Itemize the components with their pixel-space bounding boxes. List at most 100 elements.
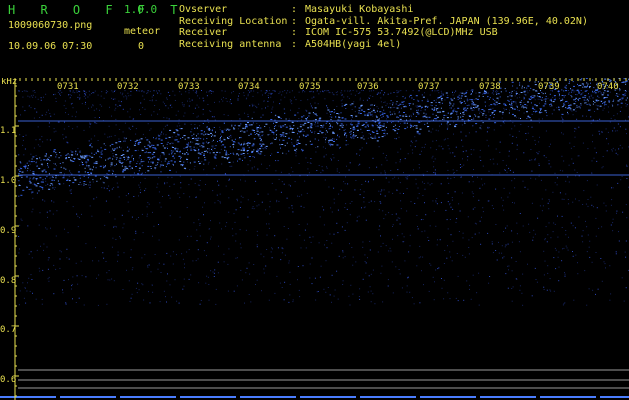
signal-pixel <box>428 116 431 118</box>
signal-pixel <box>42 179 44 181</box>
noise-pixel <box>295 151 297 153</box>
noise-pixel <box>518 93 520 95</box>
noise-pixel <box>109 136 110 138</box>
signal-pixel <box>535 111 537 113</box>
signal-pixel <box>158 138 161 140</box>
noise-pixel <box>164 183 166 185</box>
noise-pixel <box>590 95 592 97</box>
signal-pixel <box>576 106 578 108</box>
noise-pixel <box>435 99 437 101</box>
noise-pixel <box>43 96 44 98</box>
noise-pixel <box>324 98 326 100</box>
noise-pixel <box>461 124 463 126</box>
noise-pixel <box>412 152 414 154</box>
noise-pixel <box>618 93 620 95</box>
signal-pixel <box>212 152 215 154</box>
signal-pixel <box>180 128 183 130</box>
signal-pixel <box>356 125 358 127</box>
noise-pixel <box>323 288 325 290</box>
noise-pixel <box>488 127 490 129</box>
signal-pixel <box>466 92 468 93</box>
signal-pixel <box>251 117 253 119</box>
noise-pixel <box>281 181 283 183</box>
noise-pixel <box>41 165 43 167</box>
signal-pixel <box>575 98 577 99</box>
noise-pixel <box>112 91 114 93</box>
noise-pixel <box>424 188 426 190</box>
noise-pixel <box>413 303 415 305</box>
noise-pixel <box>323 136 325 138</box>
noise-pixel <box>587 234 589 236</box>
noise-pixel <box>601 131 603 133</box>
signal-pixel <box>162 164 164 166</box>
noise-pixel <box>349 162 351 164</box>
signal-pixel <box>154 148 157 150</box>
noise-pixel <box>363 197 365 199</box>
noise-pixel <box>59 267 61 269</box>
noise-pixel <box>435 200 437 202</box>
noise-pixel <box>556 107 558 109</box>
noise-pixel <box>63 183 65 185</box>
signal-pixel <box>312 112 314 113</box>
noise-pixel <box>462 254 464 256</box>
noise-pixel <box>494 104 495 106</box>
noise-pixel <box>618 231 619 233</box>
noise-pixel <box>235 257 237 259</box>
noise-pixel <box>412 90 414 92</box>
noise-pixel <box>452 208 454 210</box>
noise-pixel <box>269 206 271 208</box>
noise-pixel <box>605 267 606 269</box>
noise-pixel <box>25 302 27 304</box>
signal-pixel <box>561 95 564 96</box>
noise-pixel <box>373 111 375 113</box>
noise-pixel <box>318 93 320 95</box>
signal-pixel <box>473 104 476 106</box>
signal-pixel <box>306 134 309 136</box>
signal-pixel <box>291 131 294 133</box>
noise-pixel <box>76 275 78 277</box>
signal-pixel <box>619 88 621 90</box>
noise-pixel <box>382 116 384 118</box>
signal-pixel <box>564 86 567 88</box>
noise-pixel <box>466 280 468 282</box>
noise-pixel <box>436 198 438 199</box>
noise-pixel <box>405 90 407 92</box>
noise-pixel <box>401 233 403 235</box>
noise-pixel <box>292 301 294 303</box>
signal-pixel <box>152 147 155 149</box>
noise-pixel <box>515 261 517 262</box>
signal-pixel <box>439 95 442 97</box>
signal-pixel <box>34 184 37 186</box>
noise-pixel <box>46 246 48 248</box>
noise-pixel <box>167 91 169 93</box>
noise-pixel <box>529 159 531 161</box>
noise-pixel <box>316 291 318 293</box>
noise-pixel <box>288 173 290 175</box>
signal-pixel <box>482 114 484 116</box>
noise-pixel <box>48 257 50 259</box>
noise-pixel <box>515 101 517 103</box>
noise-pixel <box>422 219 424 220</box>
noise-pixel <box>592 141 593 143</box>
noise-pixel <box>265 90 267 91</box>
signal-pixel <box>75 150 77 152</box>
signal-pixel <box>138 167 141 169</box>
signal-pixel <box>488 98 490 100</box>
noise-pixel <box>549 200 550 202</box>
signal-pixel <box>521 106 523 108</box>
info-value: ICOM IC-575 53.7492(@LCD)MHz USB <box>305 27 498 39</box>
noise-pixel <box>92 104 94 106</box>
noise-pixel <box>488 145 490 147</box>
signal-pixel <box>466 99 468 101</box>
noise-pixel <box>482 165 484 167</box>
noise-pixel <box>623 300 625 302</box>
signal-pixel <box>261 131 264 133</box>
signal-pixel <box>406 122 408 124</box>
noise-pixel <box>89 205 91 207</box>
file-name: 1009060730.png <box>8 20 93 31</box>
noise-pixel <box>523 152 525 154</box>
noise-pixel <box>173 183 175 185</box>
noise-pixel <box>386 103 388 105</box>
signal-pixel <box>582 96 585 98</box>
noise-pixel <box>567 176 569 178</box>
